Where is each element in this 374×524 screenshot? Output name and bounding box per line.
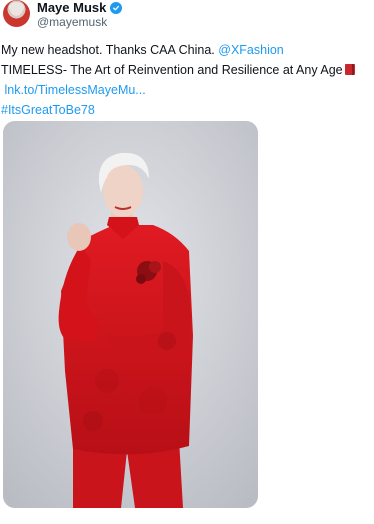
tweet-line-1: My new headshot. Thanks CAA China. @XFas… [1, 40, 373, 60]
external-link[interactable]: lnk.to/TimelessMayeMu... [4, 83, 145, 97]
red-book-emoji-icon [344, 64, 355, 75]
portrait-illustration [3, 121, 258, 508]
tweet-text: My new headshot. Thanks CAA China. @XFas… [1, 40, 373, 120]
tweet-line-2-text: TIMELESS- The Art of Reinvention and Res… [1, 63, 343, 77]
hashtag-link[interactable]: #ItsGreatToBe78 [1, 103, 95, 117]
author-handle[interactable]: @mayemusk [37, 15, 107, 29]
verified-badge-icon [110, 1, 123, 14]
tweet-line-4: #ItsGreatToBe78 [1, 100, 373, 120]
mention-link[interactable]: @XFashion [218, 43, 284, 57]
tweet-photo[interactable] [3, 121, 258, 508]
tweet-line-1-text: My new headshot. Thanks CAA China. [1, 43, 219, 57]
author-display-name[interactable]: Maye Musk [37, 0, 106, 15]
author-name-row: Maye Musk [37, 0, 123, 15]
tweet-line-3: lnk.to/TimelessMayeMu... [1, 80, 373, 100]
tweet-line-2: TIMELESS- The Art of Reinvention and Res… [1, 60, 373, 80]
avatar[interactable] [3, 0, 30, 27]
tweet-header: Maye Musk @mayemusk [0, 0, 374, 34]
